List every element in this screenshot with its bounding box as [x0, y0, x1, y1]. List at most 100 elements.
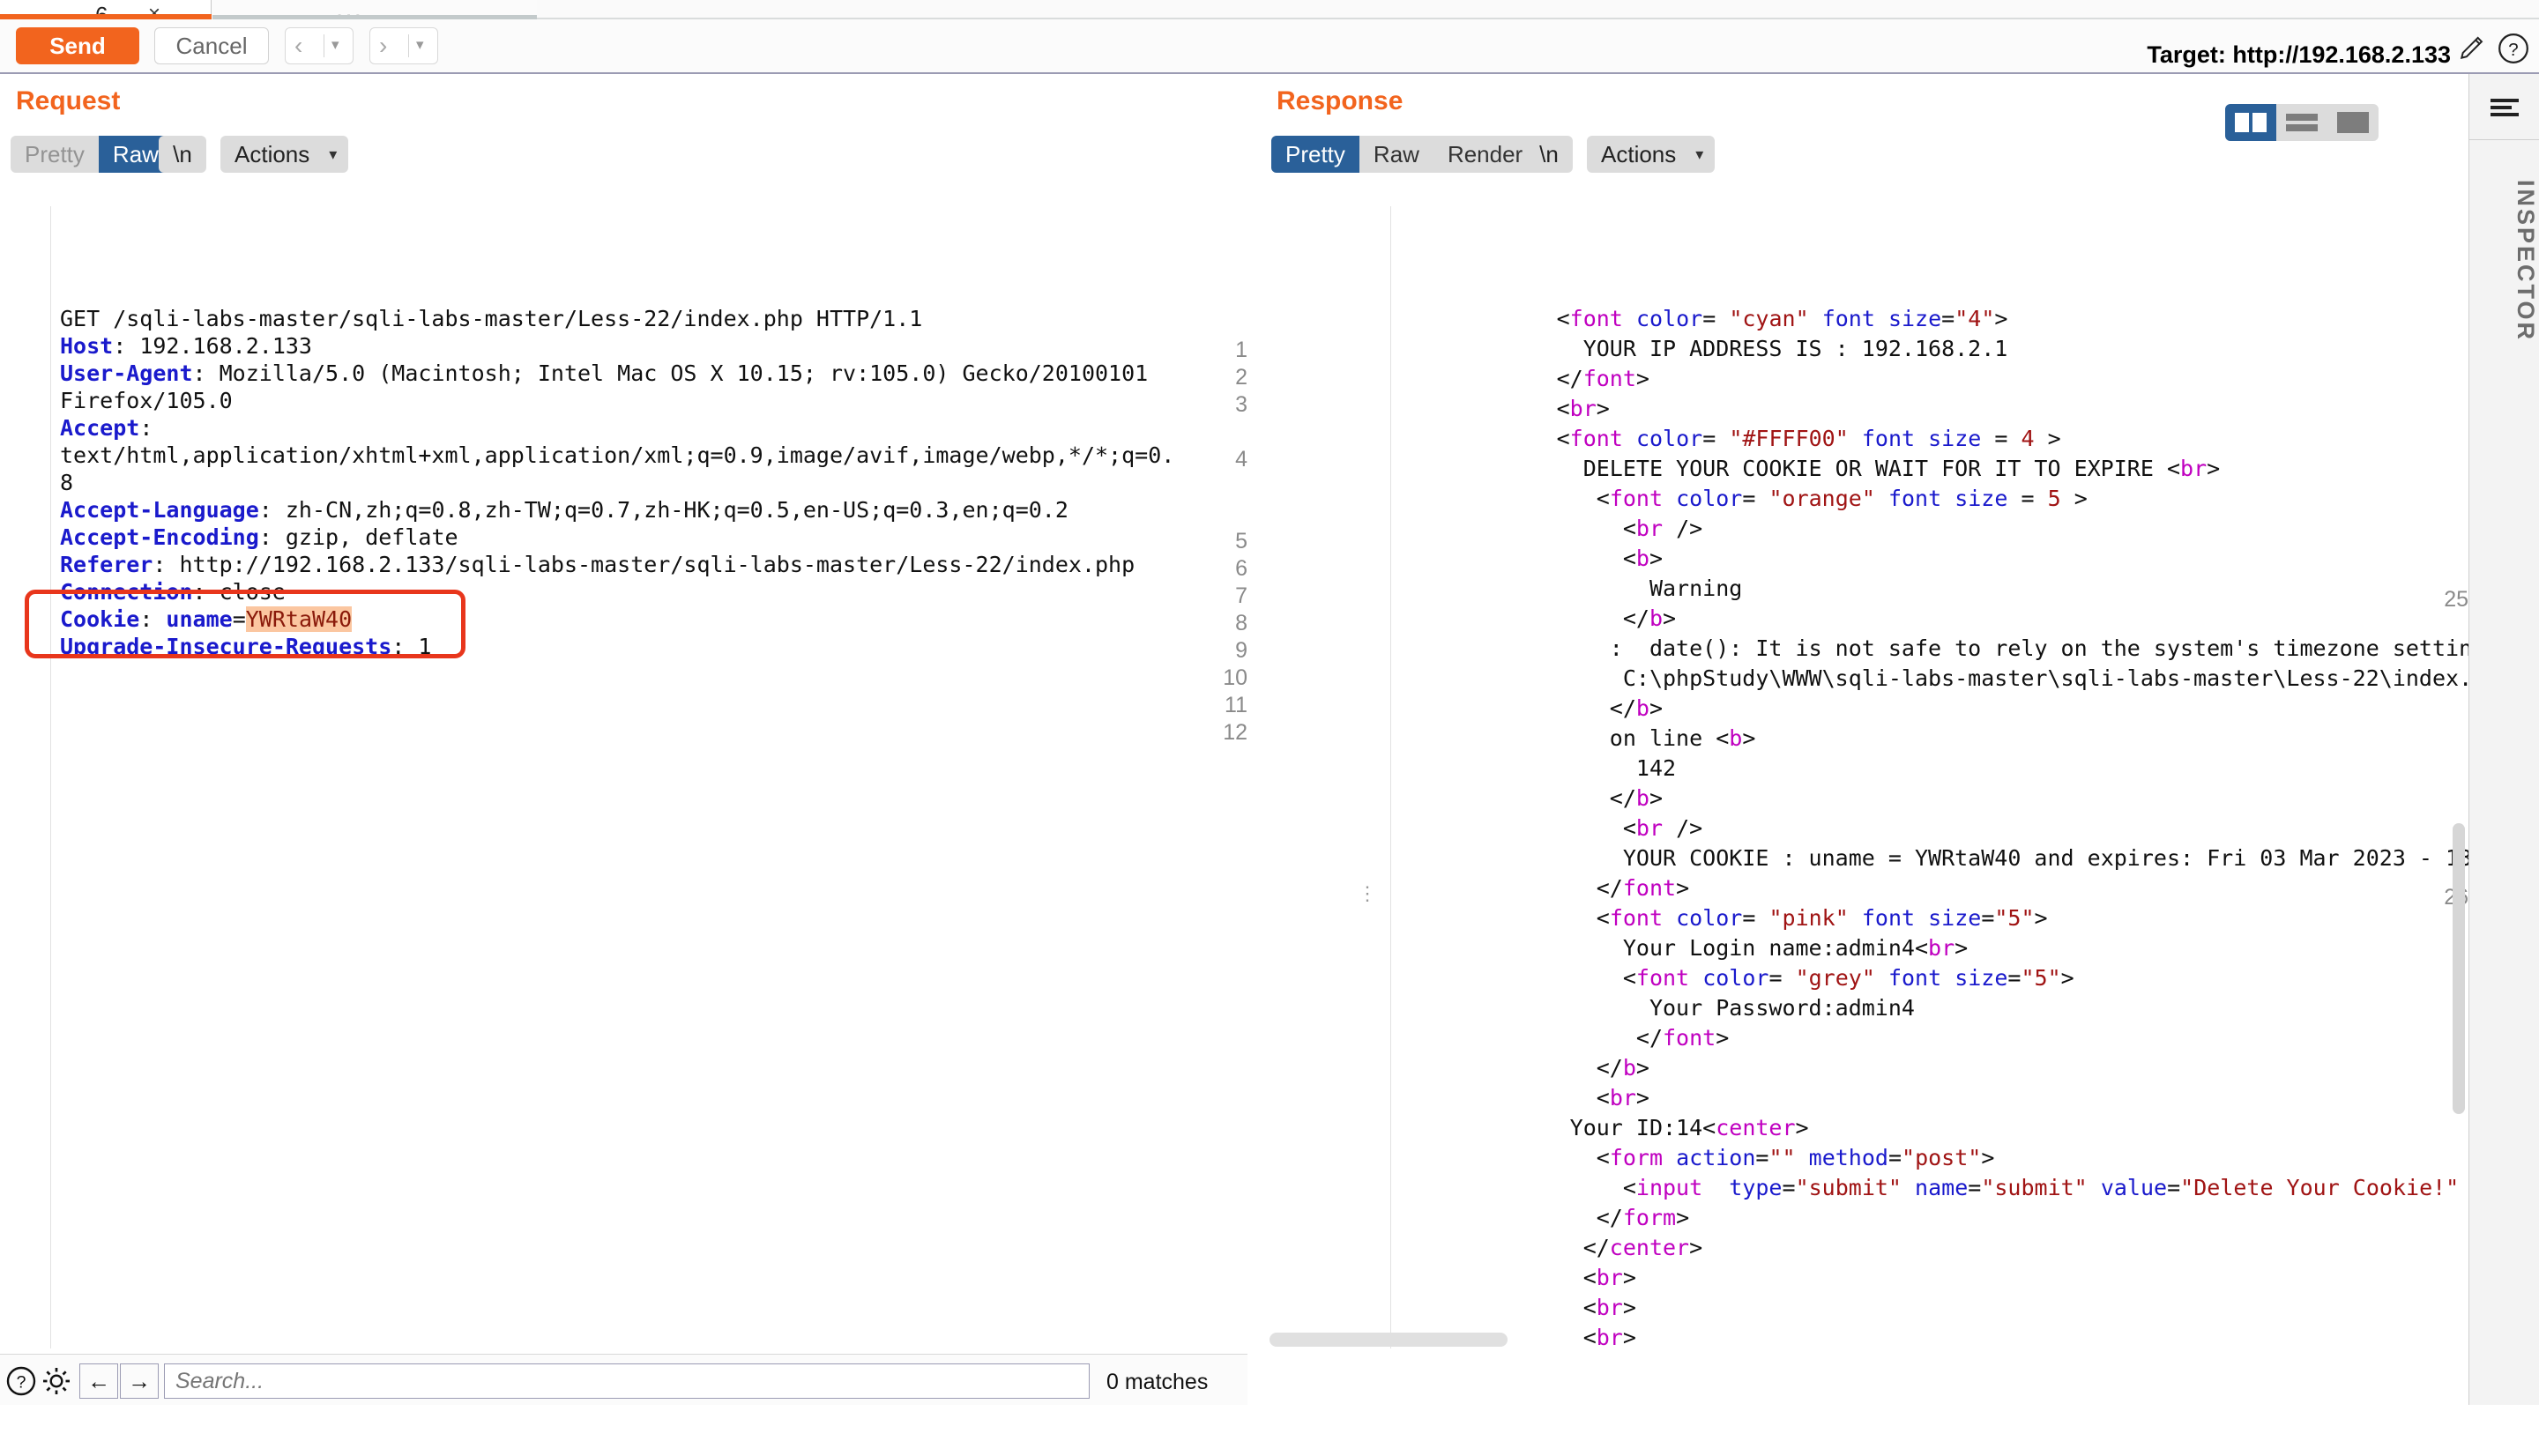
request-search-input[interactable]	[164, 1363, 1090, 1399]
search-next-button[interactable]: →	[120, 1363, 159, 1399]
response-title: Response	[1277, 86, 1404, 115]
code-token: </	[1556, 366, 1583, 391]
code-line[interactable]: </b>	[1597, 1054, 1649, 1081]
code-token: <	[2166, 456, 2181, 481]
code-line[interactable]: <br>	[1597, 1084, 1649, 1111]
code-token: />	[2459, 1175, 2468, 1200]
next-request-button[interactable]: › ▾	[369, 27, 438, 64]
code-line[interactable]: Connection: close	[60, 578, 286, 605]
inspector-toggle-button[interactable]	[2469, 74, 2539, 140]
code-line[interactable]: Accept-Encoding: gzip, deflate	[60, 524, 458, 551]
code-token: "5"	[2021, 965, 2061, 991]
response-newline-label[interactable]: \n	[1525, 136, 1573, 173]
code-line[interactable]: <font color= "pink" font size="5">	[1597, 904, 2048, 932]
response-vertical-scrollbar[interactable]	[2453, 823, 2465, 1114]
code-line[interactable]: </b>	[1610, 695, 1663, 722]
help-icon[interactable]: ?	[2497, 32, 2530, 65]
code-line[interactable]: <font color= "cyan" font size="4">	[1557, 305, 2008, 332]
line-number: 25	[2444, 587, 2468, 612]
code-line[interactable]: GET /sqli-labs-master/sqli-labs-master/L…	[60, 305, 922, 332]
code-line[interactable]: on line <b>	[1610, 724, 1756, 752]
code-line[interactable]: Your ID:14<center>	[1570, 1114, 1809, 1141]
tab-response-pretty[interactable]: Pretty	[1271, 136, 1359, 173]
code-line[interactable]: </font>	[1597, 874, 1689, 902]
request-actions-menu[interactable]: Actions ▾	[220, 136, 348, 173]
code-line[interactable]: <br>	[1583, 1264, 1636, 1291]
code-line[interactable]: <font color= "grey" font size="5">	[1623, 964, 2074, 992]
code-token: =	[1941, 306, 1955, 331]
code-line[interactable]: <br>	[1557, 395, 1610, 422]
request-newline-toggle[interactable]: \n	[159, 136, 206, 173]
pencil-icon[interactable]	[2458, 33, 2488, 63]
response-actions-menu[interactable]: Actions ▾	[1587, 136, 1715, 173]
code-line[interactable]: <b>	[1623, 545, 1663, 572]
code-line[interactable]: </font>	[1636, 1024, 1729, 1051]
request-view-tabs: Pretty Raw	[11, 136, 173, 173]
code-token: <	[1596, 1085, 1610, 1111]
repeater-tab-6[interactable]: 6 ×	[0, 0, 212, 28]
line-number: 4	[1235, 447, 1247, 472]
code-line[interactable]: <br />	[1623, 515, 1702, 542]
code-line[interactable]: <form action="" method="post">	[1597, 1144, 1995, 1171]
code-line[interactable]: User-Agent: Mozilla/5.0 (Macintosh; Inte…	[60, 360, 1148, 387]
help-icon[interactable]: ?	[5, 1365, 37, 1397]
search-prev-button[interactable]: ←	[79, 1363, 118, 1399]
code-line[interactable]: <font color= "orange" font size = 5 >	[1597, 485, 2088, 512]
repeater-tab-more[interactable]: ...	[212, 0, 537, 24]
code-line[interactable]: <br>	[1583, 1294, 1636, 1321]
line-number: 1	[1235, 338, 1247, 362]
code-line[interactable]: </b>	[1610, 784, 1663, 812]
response-editor[interactable]: 2526⋮272829 <font color= "cyan" font siz…	[1252, 206, 2468, 1348]
request-newline-label[interactable]: \n	[159, 136, 206, 173]
code-line[interactable]: 8	[60, 469, 73, 496]
chevron-down-icon[interactable]: ▾	[331, 36, 339, 54]
code-token: >	[1981, 1145, 1995, 1170]
code-token: >	[1635, 1085, 1649, 1111]
response-horizontal-scrollbar[interactable]	[1270, 1333, 1508, 1347]
tab-response-raw[interactable]: Raw	[1359, 136, 1433, 173]
code-line[interactable]: Accept:	[60, 414, 153, 442]
code-line[interactable]: C:\phpStudy\WWW\sqli-labs-master\sqli-la…	[1623, 665, 2468, 692]
response-actions-label[interactable]: Actions	[1587, 136, 1690, 173]
response-newline-toggle[interactable]: \n	[1525, 136, 1573, 173]
request-editor[interactable]: 1 2 3 4 5 6 7 8 9 10 11 12 GET /sqli-labs-master/sq…	[0, 206, 1247, 1348]
single-view-button[interactable]	[2327, 104, 2379, 141]
code-line[interactable]: </b>	[1623, 605, 1676, 632]
code-line[interactable]: </font>	[1557, 365, 1649, 392]
chevron-down-icon[interactable]: ▾	[416, 36, 424, 54]
code-line[interactable]: Referer: http://192.168.2.133/sqli-labs-…	[60, 551, 1135, 578]
send-button[interactable]: Send	[16, 27, 139, 64]
code-line[interactable]: <br>	[1583, 1324, 1636, 1348]
cancel-button[interactable]: Cancel	[154, 27, 269, 64]
code-line[interactable]: Firefox/105.0	[60, 387, 233, 414]
code-line[interactable]: Accept-Language: zh-CN,zh;q=0.8,zh-TW;q=…	[60, 496, 1068, 524]
code-line[interactable]: YOUR COOKIE : uname = YWRtaW40 and expir…	[1623, 844, 2468, 872]
request-actions-label[interactable]: Actions	[220, 136, 324, 173]
code-line[interactable]: DELETE YOUR COOKIE OR WAIT FOR IT TO EXP…	[1583, 455, 2221, 482]
side-by-side-view-button[interactable]	[2225, 104, 2276, 141]
code-line[interactable]: <br />	[1623, 814, 1702, 842]
gear-icon[interactable]	[41, 1365, 72, 1397]
fold-marker-icon[interactable]: ⋮	[1358, 884, 1377, 903]
code-line[interactable]: </center>	[1583, 1234, 1702, 1261]
code-line[interactable]: Host: 192.168.2.133	[60, 332, 312, 360]
tab-request-pretty[interactable]: Pretty	[11, 136, 99, 173]
code-line[interactable]: <input type="submit" name="submit" value…	[1623, 1174, 2468, 1201]
previous-request-button[interactable]: ‹ ▾	[285, 27, 354, 64]
code-line[interactable]: Upgrade-Insecure-Requests: 1	[60, 633, 431, 660]
code-line[interactable]: YOUR IP ADDRESS IS : 192.168.2.1	[1583, 335, 2008, 362]
stacked-view-button[interactable]	[2276, 104, 2327, 141]
code-line[interactable]: text/html,application/xhtml+xml,applicat…	[60, 442, 1174, 469]
code-line[interactable]: : date(): It is not safe to rely on the …	[1610, 635, 2468, 662]
code-line[interactable]: </form>	[1597, 1204, 1689, 1231]
code-line[interactable]: Your Login name:admin4<br>	[1623, 934, 1968, 962]
code-line[interactable]: 142	[1636, 754, 1676, 782]
code-line[interactable]: Warning	[1649, 575, 1742, 602]
code-token: Referer	[60, 552, 153, 577]
code-line[interactable]: Your Password:admin4	[1649, 994, 1915, 1021]
code-line[interactable]: <font color= "#FFFF00" font size = 4 >	[1557, 425, 2061, 452]
code-token: </	[1596, 875, 1623, 901]
code-line[interactable]: Cookie: uname=YWRtaW40	[60, 605, 353, 633]
tab-response-render[interactable]: Render	[1433, 136, 1537, 173]
